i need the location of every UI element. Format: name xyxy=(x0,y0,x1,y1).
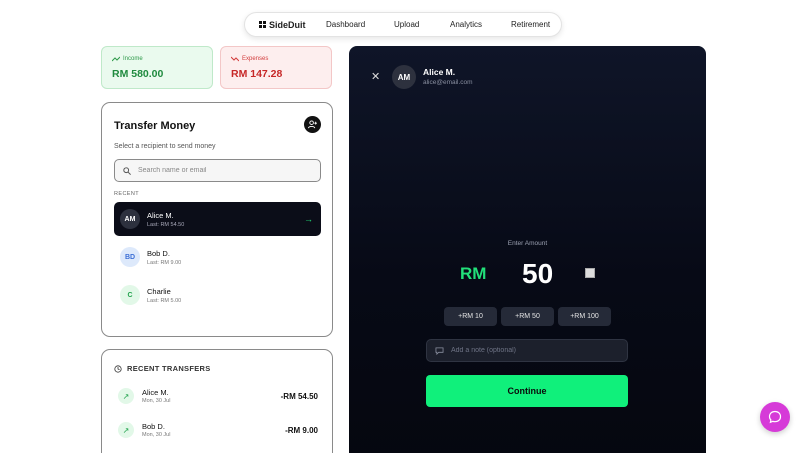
message-icon xyxy=(435,346,444,355)
arrow-up-right-icon: ↗ xyxy=(118,422,134,438)
close-icon[interactable]: ✕ xyxy=(371,70,380,83)
amount-input[interactable]: 50 xyxy=(522,258,553,290)
contact-last-amount: Last: RM 9.00 xyxy=(147,259,182,266)
quick-add-10-button[interactable]: +RM 10 xyxy=(444,307,497,326)
transfer-row[interactable]: ↗ Alice M. Mon, 30 Jul -RM 54.50 xyxy=(118,384,318,408)
contact-name: Charlie xyxy=(147,286,171,296)
transfer-title: Transfer Money xyxy=(114,120,196,132)
income-label: Income xyxy=(123,56,143,62)
transfer-date: Mon, 30 Jul xyxy=(142,398,171,404)
transfer-amount: -RM 9.00 xyxy=(285,425,318,435)
transfer-money-card: Transfer Money Select a recipient to sen… xyxy=(101,102,333,337)
brand-logo[interactable]: SideDuit xyxy=(259,20,306,30)
note-field[interactable] xyxy=(426,339,628,362)
trend-down-icon xyxy=(231,56,239,62)
contact-name: Alice M. xyxy=(147,210,174,220)
nav-link-analytics[interactable]: Analytics xyxy=(450,20,482,29)
expenses-value: RM 147.28 xyxy=(231,68,283,80)
recipient-search[interactable] xyxy=(114,159,321,182)
search-icon xyxy=(123,166,131,175)
transfer-row[interactable]: ↗ Bob D. Mon, 30 Jul -RM 9.00 xyxy=(118,418,318,442)
contact-bob[interactable]: BD Bob D. Last: RM 9.00 xyxy=(114,240,321,274)
quick-add-50-button[interactable]: +RM 50 xyxy=(501,307,554,326)
contact-charlie[interactable]: C Charlie Last: RM 5.00 xyxy=(114,278,321,312)
top-nav: SideDuit Dashboard Upload Analytics Reti… xyxy=(244,12,562,37)
expenses-label: Expenses xyxy=(242,56,269,62)
recent-label: RECENT xyxy=(114,191,140,197)
recipient-avatar: AM xyxy=(392,65,416,89)
chat-button[interactable] xyxy=(760,402,790,432)
expenses-card: Expenses RM 147.28 xyxy=(220,46,332,89)
avatar: C xyxy=(120,285,140,305)
recent-transfers-card: RECENT TRANSFERS ↗ Alice M. Mon, 30 Jul … xyxy=(101,349,333,453)
nav-link-dashboard[interactable]: Dashboard xyxy=(326,20,365,29)
contact-alice[interactable]: AM Alice M. Last: RM 54.50 → xyxy=(114,202,321,236)
send-money-panel: ✕ AM Alice M. alice@email.com Enter Amou… xyxy=(349,46,706,453)
recipient-email: alice@email.com xyxy=(423,79,473,86)
transfer-date: Mon, 30 Jul xyxy=(142,432,171,438)
recent-transfers-title: RECENT TRANSFERS xyxy=(127,364,211,373)
currency-label: RM xyxy=(460,264,487,283)
clock-icon xyxy=(114,364,122,373)
trend-up-icon xyxy=(112,56,120,62)
avatar: BD xyxy=(120,247,140,267)
transfer-name: Bob D. xyxy=(142,422,165,431)
add-recipient-button[interactable] xyxy=(304,116,321,133)
nav-link-upload[interactable]: Upload xyxy=(394,20,419,29)
search-input[interactable] xyxy=(138,167,308,174)
transfer-subtitle: Select a recipient to send money xyxy=(114,143,216,150)
brand-name: SideDuit xyxy=(269,19,306,30)
contact-last-amount: Last: RM 54.50 xyxy=(147,221,185,228)
nav-link-retirement[interactable]: Retirement xyxy=(511,20,550,29)
income-card: Income RM 580.00 xyxy=(101,46,213,89)
transfer-amount: -RM 54.50 xyxy=(280,391,318,401)
logo-icon xyxy=(259,21,266,28)
quick-add-100-button[interactable]: +RM 100 xyxy=(558,307,611,326)
income-value: RM 580.00 xyxy=(112,68,164,80)
arrow-up-right-icon: ↗ xyxy=(118,388,134,404)
contact-last-amount: Last: RM 5.00 xyxy=(147,297,182,304)
note-input[interactable] xyxy=(451,347,621,354)
avatar: AM xyxy=(120,209,140,229)
text-cursor-marker xyxy=(585,268,595,278)
arrow-right-icon: → xyxy=(304,214,313,224)
transfer-name: Alice M. xyxy=(142,388,169,397)
chat-bubble-icon xyxy=(768,410,782,424)
contact-name: Bob D. xyxy=(147,248,170,258)
continue-button[interactable]: Continue xyxy=(426,375,628,407)
enter-amount-label: Enter Amount xyxy=(507,240,548,247)
add-user-icon xyxy=(308,120,317,129)
recipient-name: Alice M. xyxy=(423,67,456,77)
